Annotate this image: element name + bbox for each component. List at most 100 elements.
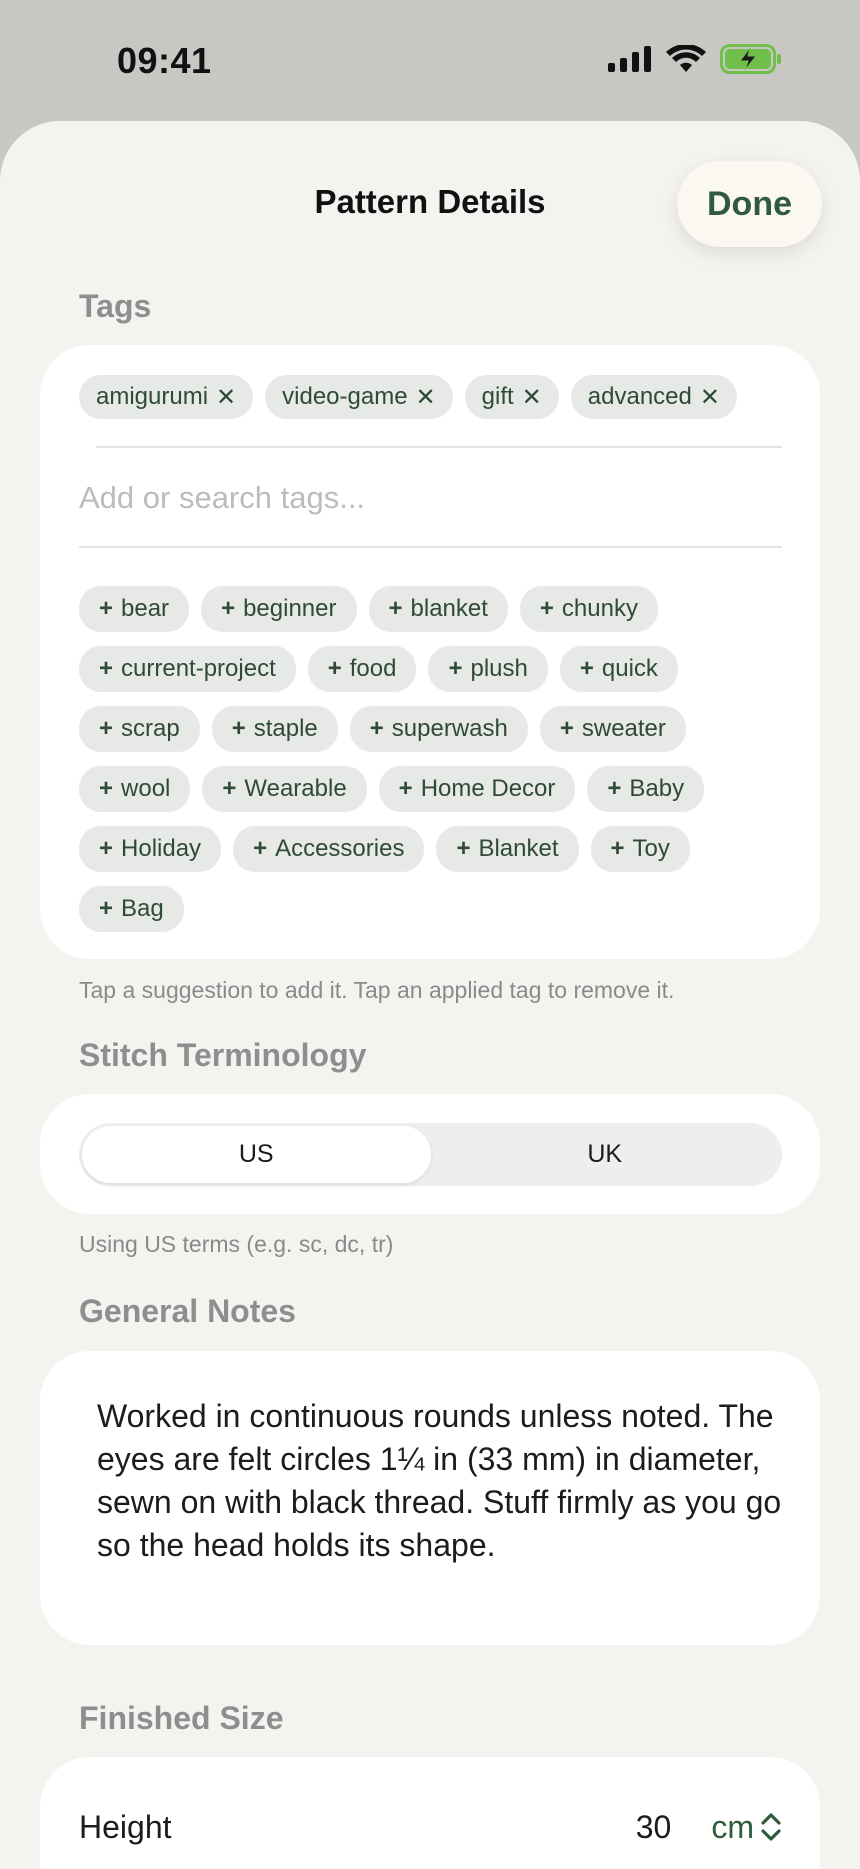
notes-text-area[interactable]: Worked in continuous rounds unless noted…	[97, 1395, 787, 1567]
unit-picker[interactable]: cm	[711, 1809, 782, 1846]
tag-label: plush	[470, 655, 528, 682]
plus-icon: +	[231, 715, 246, 742]
applied-tag-chip[interactable]: advanced ✕	[570, 375, 737, 419]
applied-tags: amigurumi ✕ video-game ✕ gift ✕ advanced ✕	[79, 375, 737, 419]
suggested-tag-chip[interactable]: + blanket	[368, 586, 508, 632]
suggested-tag-chip[interactable]: + bear	[79, 586, 190, 632]
notes-card[interactable]: Worked in continuous rounds unless noted…	[40, 1351, 820, 1645]
status-time: 09:41	[117, 40, 212, 81]
plus-icon: +	[99, 835, 114, 862]
suggested-tag-chip[interactable]: + Accessories	[233, 826, 425, 872]
suggested-tag-chip[interactable]: + wool	[79, 766, 191, 812]
suggested-tag-chip[interactable]: + food	[307, 646, 417, 692]
tag-label: gift	[481, 383, 514, 410]
tag-label: quick	[601, 655, 658, 682]
suggested-tag-chip[interactable]: + current-project	[79, 646, 296, 692]
plus-icon: +	[448, 655, 463, 682]
tag-label: beginner	[243, 595, 337, 622]
suggested-tag-chip[interactable]: + superwash	[349, 706, 528, 752]
tags-card: amigurumi ✕ video-game ✕ gift ✕ advanced ✕ + bea…	[40, 345, 820, 959]
suggested-tag-chip[interactable]: + Toy	[590, 826, 690, 872]
segment-uk[interactable]: UK	[431, 1126, 780, 1183]
tag-label: blanket	[410, 595, 488, 622]
plus-icon: +	[559, 715, 574, 742]
applied-tag-chip[interactable]: video-game ✕	[265, 375, 453, 419]
tag-label: Accessories	[275, 835, 405, 862]
plus-icon: +	[610, 835, 625, 862]
plus-icon: +	[99, 655, 114, 682]
tag-label: Holiday	[121, 835, 202, 862]
suggested-tag-chip[interactable]: + scrap	[79, 706, 200, 752]
remove-tag-icon[interactable]: ✕	[216, 383, 236, 412]
tag-label: chunky	[561, 595, 638, 622]
pattern-details-sheet: Pattern Details Done Tags amigurumi ✕ vide…	[0, 121, 860, 1869]
suggested-tag-chip[interactable]: + Blanket	[436, 826, 579, 872]
plus-icon: +	[456, 835, 471, 862]
plus-icon: +	[388, 595, 403, 622]
tag-label: food	[349, 655, 397, 682]
tag-label: video-game	[282, 383, 408, 410]
suggested-tag-chip[interactable]: + chunky	[519, 586, 658, 632]
terminology-segmented-control: US UK	[79, 1123, 782, 1186]
remove-tag-icon[interactable]: ✕	[522, 383, 542, 412]
tag-label: scrap	[121, 715, 180, 742]
plus-icon: +	[221, 595, 236, 622]
plus-icon: +	[398, 775, 413, 802]
battery-charging-icon	[720, 44, 781, 74]
plus-icon: +	[99, 775, 114, 802]
suggested-tag-chip[interactable]: + sweater	[539, 706, 686, 752]
cellular-signal-icon	[608, 46, 651, 72]
tag-label: bear	[121, 595, 170, 622]
tag-label: amigurumi	[96, 383, 209, 410]
terminology-card: US UK	[40, 1094, 820, 1214]
tag-label: Baby	[629, 775, 685, 802]
suggested-tag-chip[interactable]: + Wearable	[202, 766, 367, 812]
suggested-tag-chip[interactable]: + Baby	[587, 766, 705, 812]
tag-label: advanced	[587, 383, 692, 410]
sheet-header: Pattern Details Done	[0, 121, 860, 286]
plus-icon: +	[579, 655, 594, 682]
done-button[interactable]: Done	[677, 161, 822, 247]
suggested-tag-chip[interactable]: + Home Decor	[378, 766, 576, 812]
height-row: Height 30 cm	[79, 1797, 782, 1857]
finished-size-section-label: Finished Size	[79, 1700, 284, 1736]
suggested-tag-chip[interactable]: + beginner	[201, 586, 357, 632]
tag-label: staple	[253, 715, 318, 742]
terminology-help-text: Using US terms (e.g. sc, dc, tr)	[79, 1231, 394, 1257]
tag-label: Blanket	[478, 835, 559, 862]
suggested-tag-chip[interactable]: + quick	[559, 646, 678, 692]
tag-label: wool	[121, 775, 171, 802]
notes-section-label: General Notes	[79, 1293, 296, 1329]
tag-label: Home Decor	[420, 775, 556, 802]
tag-search-input[interactable]	[79, 463, 782, 533]
tag-label: Bag	[121, 895, 164, 922]
tag-label: current-project	[121, 655, 276, 682]
plus-icon: +	[607, 775, 622, 802]
tag-suggestions: + bear + beginner + blanket + chunky + current-pr…	[79, 586, 779, 932]
status-bar: 09:41	[0, 0, 860, 120]
suggested-tag-chip[interactable]: + Holiday	[79, 826, 222, 872]
plus-icon: +	[327, 655, 342, 682]
segment-us[interactable]: US	[82, 1126, 431, 1183]
remove-tag-icon[interactable]: ✕	[416, 383, 436, 412]
suggested-tag-chip[interactable]: + plush	[428, 646, 548, 692]
divider	[96, 446, 782, 448]
terminology-section-label: Stitch Terminology	[79, 1037, 367, 1073]
chevron-up-down-icon	[761, 1813, 781, 1841]
remove-tag-icon[interactable]: ✕	[700, 383, 720, 412]
finished-size-card: Height 30 cm	[40, 1757, 820, 1869]
plus-icon: +	[253, 835, 268, 862]
plus-icon: +	[222, 775, 237, 802]
plus-icon: +	[539, 595, 554, 622]
height-value-field[interactable]: 30	[636, 1809, 672, 1846]
applied-tag-chip[interactable]: gift ✕	[464, 375, 559, 419]
unit-label: cm	[711, 1808, 754, 1845]
suggested-tag-chip[interactable]: + Bag	[79, 886, 184, 932]
tags-help-text: Tap a suggestion to add it. Tap an appli…	[79, 977, 675, 1003]
tag-label: Toy	[632, 835, 670, 862]
divider	[79, 546, 782, 548]
height-label: Height	[79, 1808, 172, 1845]
suggested-tag-chip[interactable]: + staple	[211, 706, 338, 752]
tag-label: superwash	[391, 715, 508, 742]
applied-tag-chip[interactable]: amigurumi ✕	[79, 375, 254, 419]
